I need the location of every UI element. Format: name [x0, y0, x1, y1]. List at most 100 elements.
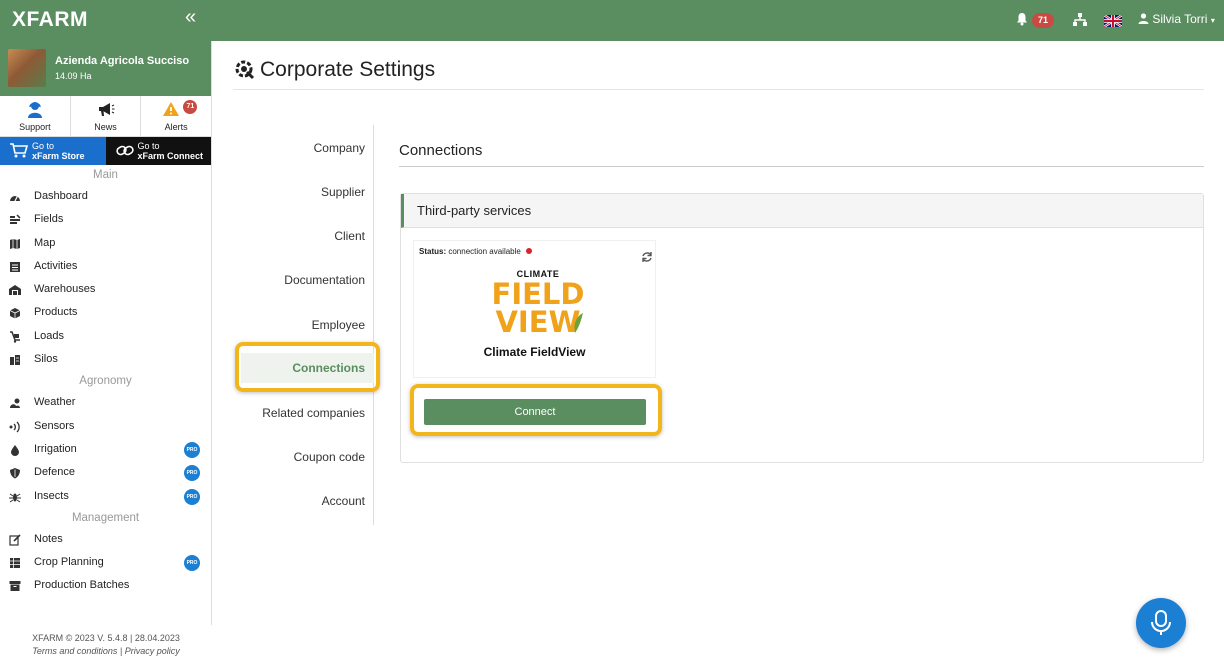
alerts-label: Alerts [164, 122, 188, 132]
voice-assistant-button[interactable] [1136, 598, 1186, 648]
sidebar-item-label: Loads [34, 329, 64, 342]
irrigation-icon [11, 444, 19, 456]
sidebar-item-defence[interactable]: Defence PRO [0, 461, 211, 484]
sidebar-item-dashboard[interactable]: Dashboard [0, 185, 211, 208]
footer-version: XFARM © 2023 V. 5.4.8 | 28.04.2023 [32, 633, 180, 643]
microphone-icon [1151, 610, 1171, 635]
connect-button-highlight [410, 384, 662, 436]
uk-flag-icon[interactable] [1104, 15, 1122, 27]
sidebar-item-irrigation[interactable]: Irrigation PRO [0, 438, 211, 461]
connect-line1: Go to [137, 141, 160, 151]
status-value: connection available [448, 247, 521, 256]
collapse-sidebar-icon[interactable]: « [185, 6, 196, 29]
sidebar: Azienda Agricola Succiso 14.09 Ha Suppor… [0, 41, 212, 660]
sidebar-item-production-batches[interactable]: Production Batches [0, 574, 211, 597]
sidebar-item-silos[interactable]: Silos [0, 348, 211, 371]
sidebar-item-label: Map [34, 236, 56, 249]
support-label: Support [19, 122, 51, 132]
logo-leaf-icon [574, 313, 583, 333]
tab-supplier[interactable]: Supplier [321, 185, 365, 199]
sidebar-item-label: Notes [34, 532, 63, 545]
sidebar-item-map[interactable]: Map [0, 232, 211, 255]
store-links: Go to xFarm Store Go to xFarm Connect [0, 137, 211, 165]
sidebar-item-label: Warehouses [34, 283, 96, 296]
sidebar-item-sensors[interactable]: Sensors [0, 415, 211, 438]
farm-area: 14.09 Ha [55, 71, 92, 81]
sidebar-item-label: Defence [34, 466, 75, 479]
page-title-text: Corporate Settings [260, 58, 436, 81]
pro-badge: PRO [184, 488, 200, 505]
products-icon [9, 308, 21, 319]
dashboard-icon [10, 195, 20, 202]
sidebar-item-fields[interactable]: Fields [0, 208, 211, 231]
link-icon [115, 145, 134, 156]
activities-icon [10, 261, 20, 272]
sidebar-item-loads[interactable]: Loads [0, 325, 211, 348]
tab-coupon-code[interactable]: Coupon code [294, 450, 365, 464]
tab-company[interactable]: Company [314, 141, 365, 155]
warehouse-icon [9, 285, 21, 296]
sidebar-item-label: Weather [34, 396, 76, 409]
status-label: Status: [419, 247, 447, 256]
settings-subnav: Company Supplier Client Documentation Em… [233, 125, 374, 525]
sidebar-item-label: Activities [34, 259, 78, 272]
privacy-link[interactable]: Privacy policy [125, 646, 180, 656]
crop-planning-icon [10, 558, 20, 569]
notifications-badge[interactable]: 71 [1032, 13, 1054, 28]
tab-client[interactable]: Client [334, 229, 365, 243]
xfarm-logo[interactable]: XFARM [12, 8, 88, 32]
top-bar: XFARM « 71 Silvia Torri ▾ [0, 0, 1224, 41]
farm-avatar [8, 49, 46, 87]
status-dot [526, 248, 533, 254]
footer-separator: | [119, 646, 123, 656]
sensors-icon [9, 421, 20, 433]
sidebar-item-label: Sensors [34, 419, 75, 432]
store-line2: xFarm Store [32, 151, 85, 161]
panel-header: Third-party services [401, 194, 1203, 228]
connection-status: Status: connection available [419, 247, 533, 256]
sidebar-item-products[interactable]: Products [0, 301, 211, 324]
connections-divider [399, 166, 1204, 167]
warning-icon [163, 102, 180, 116]
megaphone-icon [98, 103, 114, 116]
section-management: Management [71, 511, 140, 524]
refresh-icon[interactable] [641, 251, 653, 263]
caret-down-icon: ▾ [1210, 16, 1215, 25]
map-icon [10, 238, 20, 249]
sidebar-item-label: Silos [34, 353, 58, 366]
weather-icon [10, 398, 20, 409]
farm-selector[interactable]: Azienda Agricola Succiso 14.09 Ha [0, 41, 211, 96]
alerts-badge: 71 [183, 100, 198, 114]
sidebar-item-label: Products [34, 306, 78, 319]
sidebar-item-activities[interactable]: Activities [0, 255, 211, 278]
sidebar-item-notes[interactable]: Notes [0, 528, 211, 551]
cart-icon [10, 143, 28, 158]
organization-icon[interactable] [1072, 12, 1088, 28]
sidebar-item-weather[interactable]: Weather [0, 391, 211, 414]
support-link[interactable]: Support [0, 96, 71, 136]
shield-icon [10, 468, 20, 479]
pro-badge: PRO [184, 441, 200, 458]
tab-documentation[interactable]: Documentation [284, 273, 365, 287]
xfarm-store-button[interactable]: Go to xFarm Store [0, 137, 106, 165]
xfarm-connect-button[interactable]: Go to xFarm Connect [105, 137, 211, 165]
tab-account[interactable]: Account [322, 494, 365, 508]
climate-fieldview-logo: CLIMATE FIELD VIEW [488, 269, 588, 339]
tab-related-companies[interactable]: Related companies [262, 406, 365, 420]
sidebar-footer: XFARM © 2023 V. 5.4.8 | 28.04.2023 Terms… [0, 625, 212, 660]
bell-icon[interactable] [1016, 12, 1028, 26]
alerts-link[interactable]: 71 Alerts [141, 96, 211, 136]
pro-badge: PRO [184, 555, 200, 572]
section-main: Main [93, 169, 118, 181]
user-menu[interactable]: Silvia Torri ▾ [1138, 12, 1215, 26]
terms-link[interactable]: Terms and conditions [32, 646, 117, 656]
sidebar-item-insects[interactable]: Insects PRO [0, 485, 211, 508]
tab-employee[interactable]: Employee [312, 318, 365, 332]
service-name: Climate FieldView [483, 345, 586, 359]
sidebar-item-label: Production Batches [34, 579, 130, 592]
sidebar-item-crop-planning[interactable]: Crop Planning PRO [0, 551, 211, 574]
panel-title: Third-party services [417, 203, 532, 218]
sidebar-item-warehouses[interactable]: Warehouses [0, 278, 211, 301]
connections-tab-highlight [235, 342, 380, 392]
news-link[interactable]: News [71, 96, 142, 136]
